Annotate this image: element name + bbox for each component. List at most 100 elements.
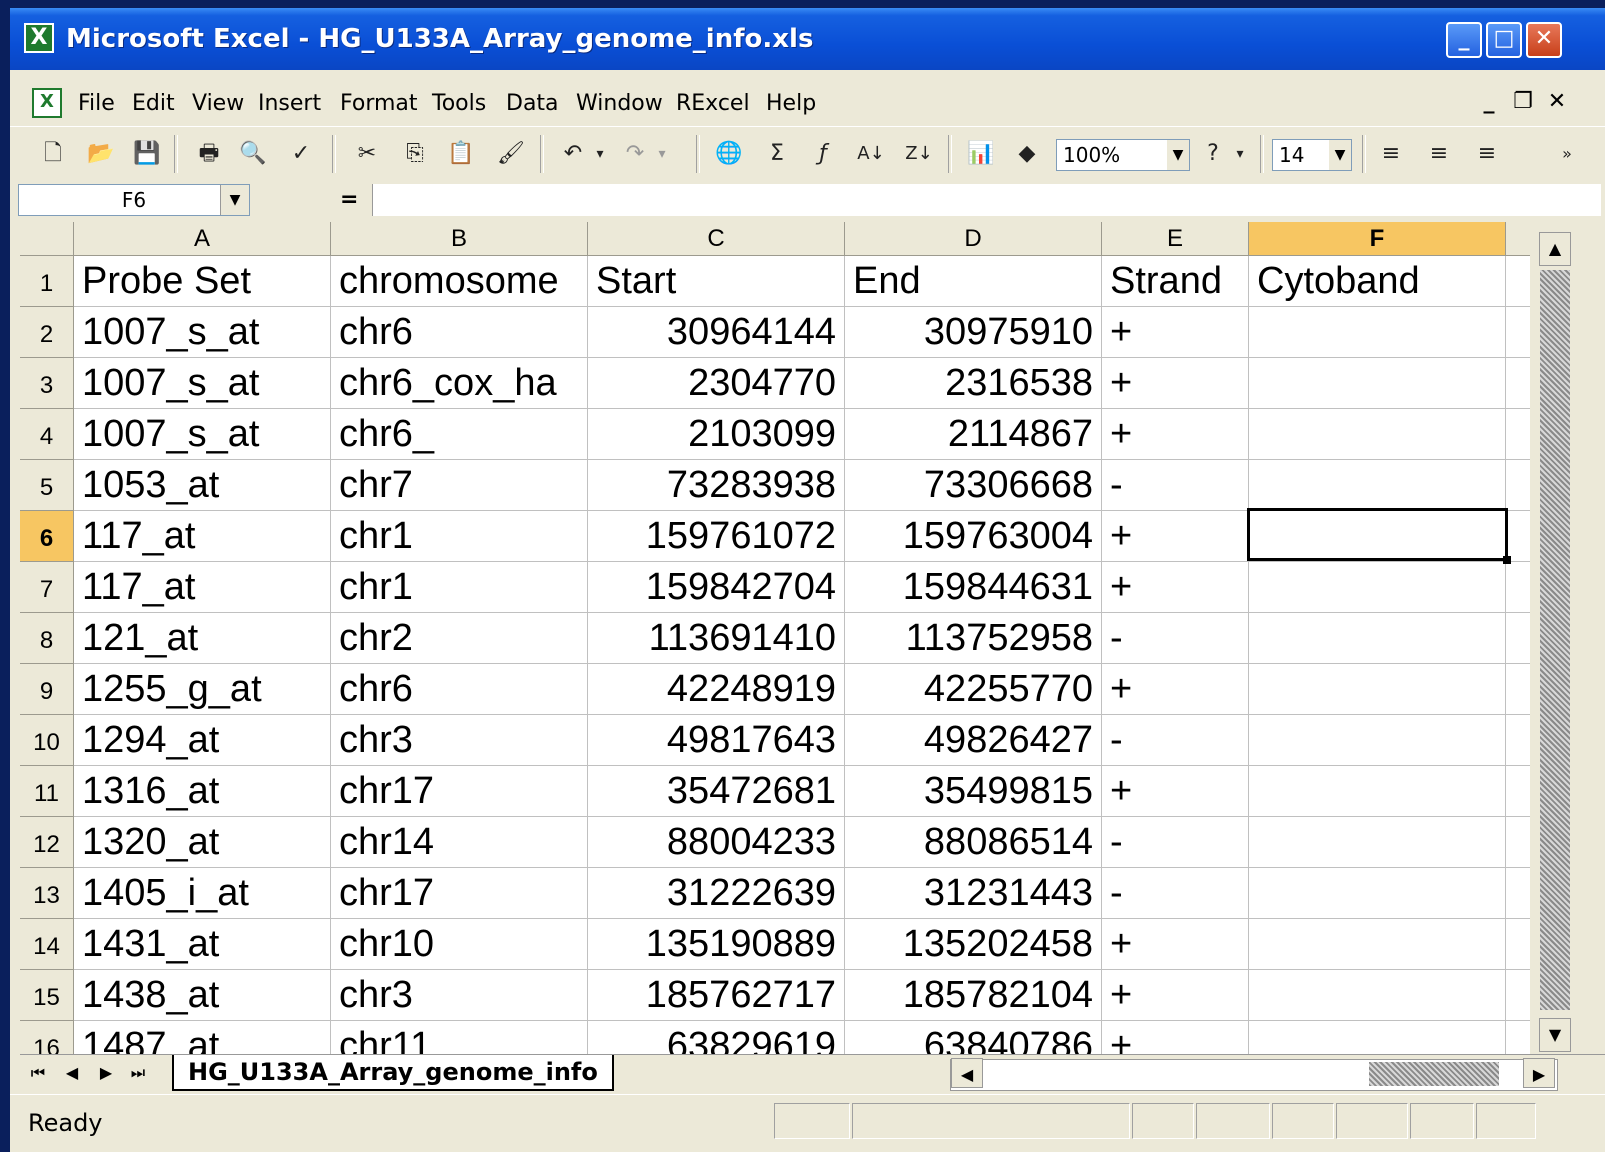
cell-c8[interactable]: 113691410 [588,613,845,664]
cell-f7[interactable] [1249,562,1506,613]
chevron-down-icon[interactable]: ▼ [220,185,249,215]
cell-a11[interactable]: 1316_at [74,766,331,817]
paste-icon[interactable]: 📋 [444,137,478,171]
vertical-scrollbar[interactable]: ▲ ▼ [1538,222,1572,1054]
scroll-down-icon[interactable]: ▼ [1539,1018,1571,1052]
column-header-d[interactable]: D [845,222,1102,256]
cell-f3[interactable] [1249,358,1506,409]
cell-a10[interactable]: 1294_at [74,715,331,766]
cell-c16[interactable]: 63829619 [588,1021,845,1054]
undo-icon[interactable]: ↶ [556,137,590,171]
row-header-4[interactable]: 4 [20,409,74,460]
print-preview-icon[interactable]: 🔍 [236,137,270,171]
cell-b1[interactable]: chromosome [331,256,588,307]
scroll-right-icon[interactable]: ▶ [1523,1058,1555,1088]
cell-g16[interactable] [1506,1021,1530,1054]
row-header-5[interactable]: 5 [20,460,74,511]
cell-e10[interactable]: - [1102,715,1249,766]
cell-b12[interactable]: chr14 [331,817,588,868]
cell-f5[interactable] [1249,460,1506,511]
scroll-up-icon[interactable]: ▲ [1539,232,1571,266]
cell-d10[interactable]: 49826427 [845,715,1102,766]
cell-d9[interactable]: 42255770 [845,664,1102,715]
redo-dropdown-icon[interactable]: ▾ [652,137,672,171]
row-header-9[interactable]: 9 [20,664,74,715]
copy-icon[interactable]: ⎘ [398,137,432,171]
cell-d8[interactable]: 113752958 [845,613,1102,664]
open-icon[interactable]: 📂 [84,137,118,171]
workbook-icon[interactable]: X [32,88,62,118]
cell-g12[interactable] [1506,817,1530,868]
cell-b2[interactable]: chr6 [331,307,588,358]
cell-b13[interactable]: chr17 [331,868,588,919]
menu-edit[interactable]: Edit [132,90,175,118]
chart-wizard-icon[interactable]: 📊 [964,137,998,171]
cell-b16[interactable]: chr11 [331,1021,588,1054]
cell-a15[interactable]: 1438_at [74,970,331,1021]
row-header-12[interactable]: 12 [20,817,74,868]
cell-c13[interactable]: 31222639 [588,868,845,919]
cell-a16[interactable]: 1487_at [74,1021,331,1054]
undo-dropdown-icon[interactable]: ▾ [590,137,610,171]
row-header-6[interactable]: 6 [20,511,74,562]
cell-f2[interactable] [1249,307,1506,358]
menu-rexcel[interactable]: RExcel [676,90,750,118]
row-header-16[interactable]: 16 [20,1021,74,1054]
cell-c9[interactable]: 42248919 [588,664,845,715]
sheet-tab-hg-u133a[interactable]: HG_U133A_Array_genome_info [172,1055,614,1091]
cell-f9[interactable] [1249,664,1506,715]
zoom-select[interactable]: 100% ▼ [1056,139,1190,171]
select-all-corner[interactable] [20,222,74,256]
cell-g4[interactable] [1506,409,1530,460]
scroll-left-icon[interactable]: ◀ [951,1058,983,1088]
cell-d3[interactable]: 2316538 [845,358,1102,409]
cell-c10[interactable]: 49817643 [588,715,845,766]
name-box[interactable]: F6 ▼ [18,184,250,216]
cell-g6[interactable] [1506,511,1530,562]
autosum-icon[interactable]: Σ [760,137,794,171]
cell-f14[interactable] [1249,919,1506,970]
row-header-14[interactable]: 14 [20,919,74,970]
cell-b7[interactable]: chr1 [331,562,588,613]
cell-d14[interactable]: 135202458 [845,919,1102,970]
cut-icon[interactable]: ✂ [350,137,384,171]
cell-g11[interactable] [1506,766,1530,817]
cell-g9[interactable] [1506,664,1530,715]
print-icon[interactable]: 🖶 [192,137,226,171]
cell-d12[interactable]: 88086514 [845,817,1102,868]
cell-e12[interactable]: - [1102,817,1249,868]
menu-data[interactable]: Data [506,90,559,118]
cell-f8[interactable] [1249,613,1506,664]
horizontal-scroll-thumb[interactable] [1369,1062,1499,1086]
previous-sheet-icon[interactable]: ◀ [58,1059,86,1087]
menu-help[interactable]: Help [766,90,816,118]
cell-f15[interactable] [1249,970,1506,1021]
cell-c7[interactable]: 159842704 [588,562,845,613]
toolbar-overflow-icon[interactable]: » [1550,137,1584,171]
cell-e15[interactable]: + [1102,970,1249,1021]
cell-b8[interactable]: chr2 [331,613,588,664]
cell-d11[interactable]: 35499815 [845,766,1102,817]
column-header-f[interactable]: F [1249,222,1506,256]
cell-e16[interactable]: + [1102,1021,1249,1054]
active-cell-f6[interactable] [1247,508,1511,564]
cell-g8[interactable] [1506,613,1530,664]
cell-f10[interactable] [1249,715,1506,766]
font-size-select[interactable]: 14 ▼ [1272,139,1352,171]
new-icon[interactable]: 🗋 [36,137,70,171]
align-center-icon[interactable]: ≡ [1422,137,1456,171]
cell-c5[interactable]: 73283938 [588,460,845,511]
title-bar[interactable]: X Microsoft Excel - HG_U133A_Array_genom… [10,8,1605,70]
doc-minimize-button[interactable]: _ [1474,88,1504,118]
row-header-10[interactable]: 10 [20,715,74,766]
menu-format[interactable]: Format [340,90,418,118]
cell-a4[interactable]: 1007_s_at [74,409,331,460]
cell-e6[interactable]: + [1102,511,1249,562]
chevron-down-icon[interactable]: ▼ [1329,140,1351,170]
cell-g10[interactable] [1506,715,1530,766]
row-header-3[interactable]: 3 [20,358,74,409]
cell-d16[interactable]: 63840786 [845,1021,1102,1054]
cell-f1[interactable]: Cytoband [1249,256,1506,307]
cell-e2[interactable]: + [1102,307,1249,358]
cell-f12[interactable] [1249,817,1506,868]
